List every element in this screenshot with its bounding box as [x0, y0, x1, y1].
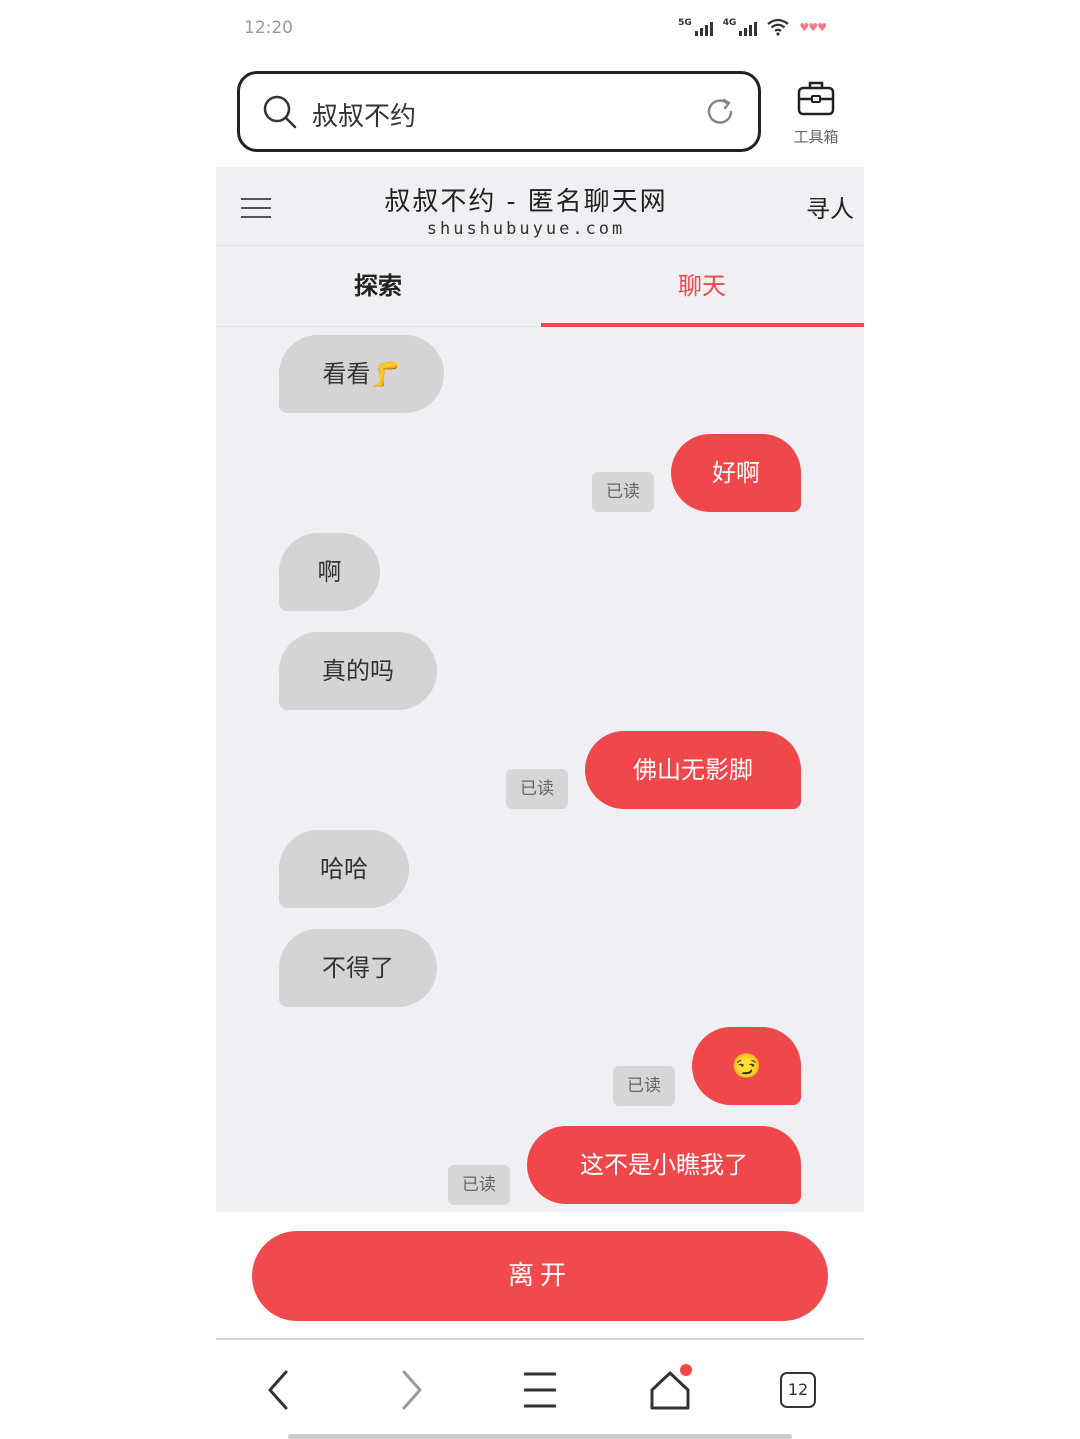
search-icon	[263, 95, 297, 129]
leave-zone: 离开	[216, 1212, 864, 1338]
back-icon[interactable]	[258, 1368, 302, 1412]
reload-icon[interactable]	[704, 96, 736, 128]
read-receipt: 已读	[592, 472, 654, 512]
gesture-bar	[288, 1434, 792, 1439]
read-receipt: 已读	[506, 769, 568, 809]
message-incoming: 啊	[279, 533, 380, 611]
address-bar[interactable]: 叔叔不约	[237, 71, 761, 152]
signal-4g-icon: 4G	[723, 18, 758, 36]
site-title: 叔叔不约 - 匿名聊天网	[384, 187, 668, 217]
menu-lines-icon[interactable]	[518, 1368, 562, 1412]
signal-4g-label: 4G	[722, 18, 737, 28]
message-outgoing: 好啊	[671, 434, 801, 512]
wifi-icon	[767, 18, 790, 36]
hearts-battery-icon: ♥♥♥	[799, 20, 827, 34]
message-outgoing: 😏	[692, 1027, 801, 1105]
leave-button[interactable]: 离开	[252, 1231, 828, 1321]
site-header: 叔叔不约 - 匿名聊天网 shushubuyue.com 寻人	[216, 167, 864, 246]
message-incoming: 不得了	[279, 929, 437, 1007]
status-icons: 5G 4G ♥♥♥	[678, 18, 827, 36]
tab-count: 12	[780, 1372, 816, 1408]
home-button[interactable]	[648, 1364, 692, 1412]
status-time: 12:20	[244, 18, 293, 38]
tab-explore[interactable]: 探索	[216, 246, 540, 327]
toolbox-label: 工具箱	[793, 128, 839, 146]
toolbox-button[interactable]: 工具箱	[786, 78, 846, 147]
chat-area[interactable]: 看看🦵 已读 好啊 啊 真的吗 已读 佛山无影脚 哈哈 不得了 已读 😏 已读 …	[216, 327, 864, 1212]
read-receipt: 已读	[448, 1165, 510, 1205]
read-receipt: 已读	[613, 1066, 675, 1106]
message-outgoing: 这不是小瞧我了	[527, 1126, 801, 1204]
tab-chat[interactable]: 聊天	[540, 246, 864, 327]
message-outgoing: 佛山无影脚	[585, 731, 801, 809]
toolbox-icon	[797, 81, 835, 116]
status-bar: 12:20 5G 4G ♥♥♥	[216, 0, 864, 60]
forward-icon[interactable]	[388, 1368, 432, 1412]
site-domain: shushubuyue.com	[426, 219, 626, 239]
notification-dot	[680, 1364, 692, 1376]
message-incoming: 哈哈	[279, 830, 409, 908]
phone-screen: 12:20 5G 4G ♥♥♥ 叔叔不约 工具箱 叔叔不约 - 匿名聊天网 sh…	[216, 0, 864, 1439]
tab-bar: 探索 聊天	[216, 246, 864, 327]
signal-5g-label: 5G	[678, 18, 692, 28]
tabs-button[interactable]: 12	[780, 1372, 824, 1416]
message-incoming: 真的吗	[279, 632, 437, 710]
browser-bottom-nav: 12	[216, 1338, 864, 1439]
signal-5g-icon: 5G	[678, 18, 713, 36]
address-text[interactable]: 叔叔不约	[312, 96, 416, 133]
message-incoming: 看看🦵	[279, 335, 444, 413]
find-people-button[interactable]: 寻人	[806, 189, 854, 224]
